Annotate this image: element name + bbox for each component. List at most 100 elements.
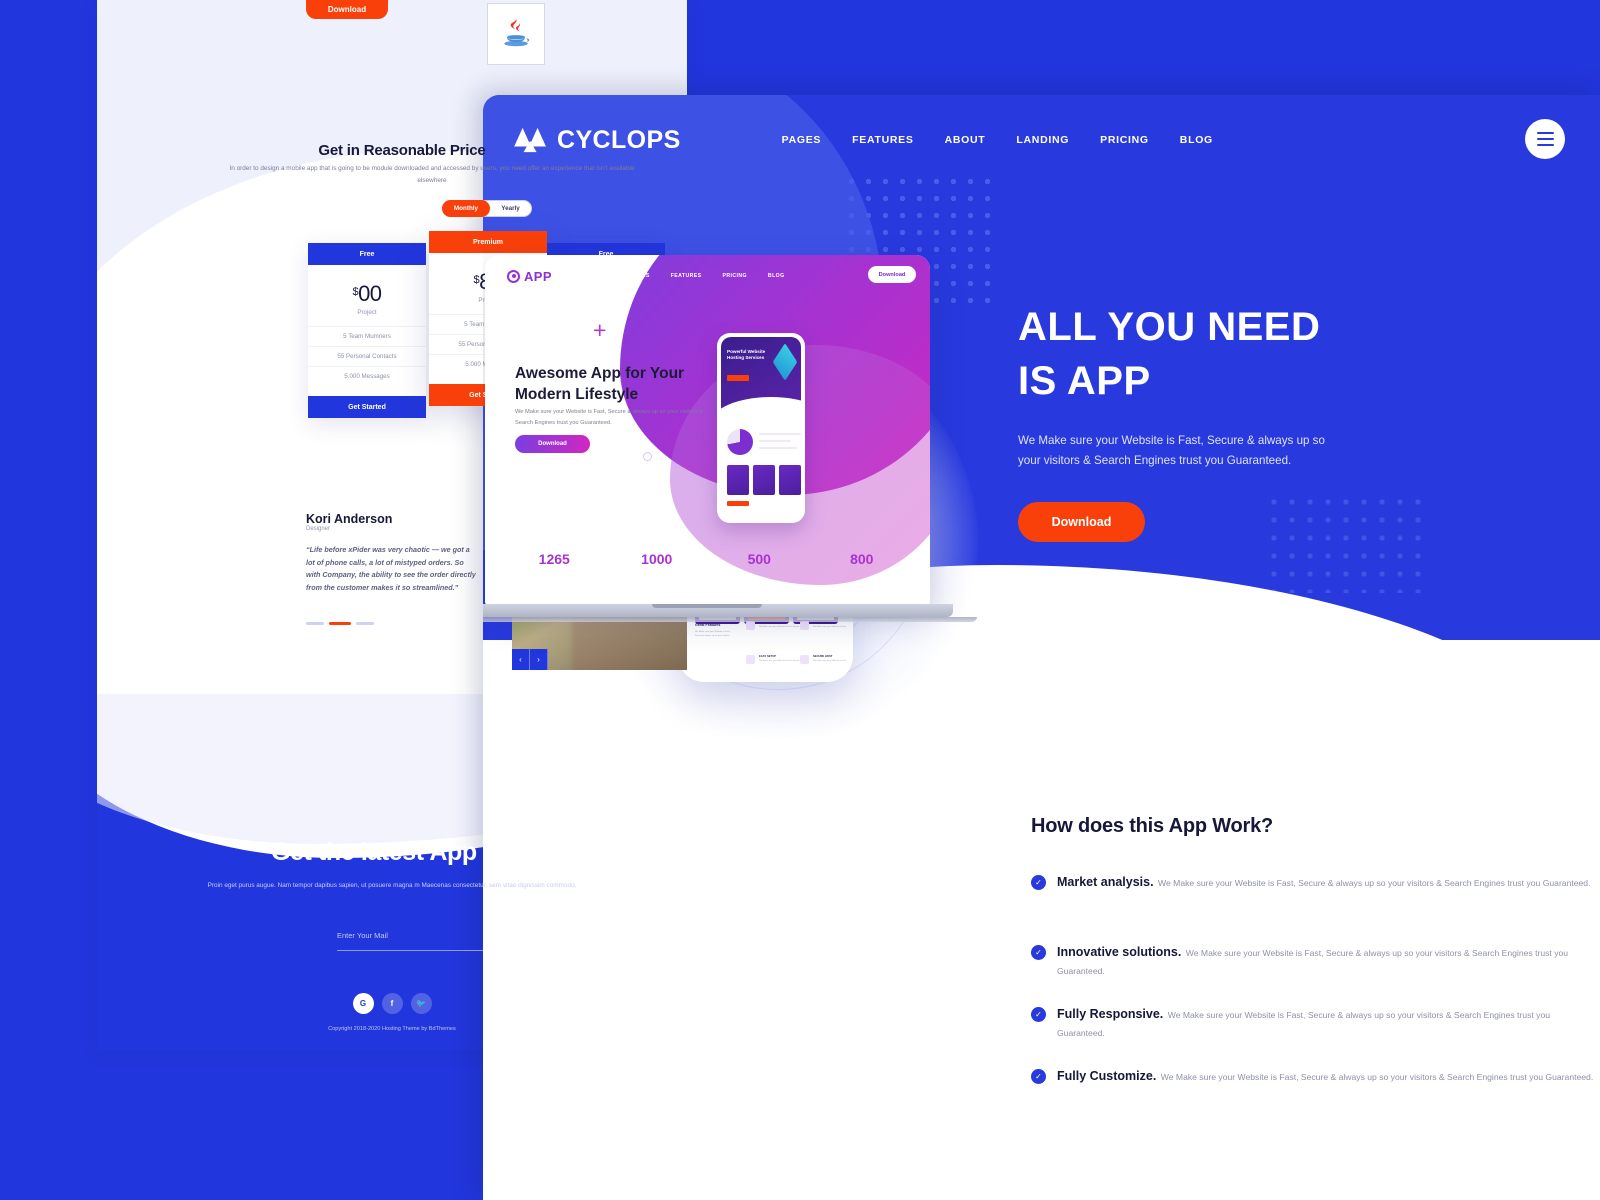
hero-download-button[interactable]: Download (1018, 501, 1145, 542)
hero-heading-line2: IS APP (1018, 359, 1151, 404)
google-icon[interactable]: G (352, 993, 374, 1014)
plan-name: Free (308, 243, 426, 265)
pie-illustration (727, 429, 753, 455)
screen-nav-pricing[interactable]: PRICING (723, 273, 747, 279)
hero-paragraph: We Make sure your Website is Fast, Secur… (1018, 433, 1325, 467)
screen-brand[interactable]: APP (507, 269, 552, 284)
feature-text: 24/7 SUPPORT We Make sure your Website i… (759, 621, 801, 630)
screen-phone-display: Powerful Website Hosting Services (721, 337, 801, 519)
screen-paragraph: We Make sure your Website is Fast, Secur… (515, 409, 703, 426)
java-coffee-cup-glyph (504, 19, 530, 47)
screen-heading-line1: Awesome App for Your (515, 365, 685, 382)
social-links[interactable]: G f 🐦 (97, 993, 687, 1014)
screen-navbar: APP PAGES FEATURES PRICING BLOG Download (485, 255, 930, 297)
testimonial-author-name: Kori Anderson (306, 512, 393, 526)
toggle-monthly[interactable]: Monthly (442, 200, 490, 217)
hero-heading-line1: ALL YOU NEED (1018, 305, 1321, 349)
nav-link-blog[interactable]: BLOG (1180, 134, 1213, 146)
java-icon[interactable] (487, 3, 545, 65)
plan-name: Premium (429, 231, 547, 253)
work-item-body: Market analysis. We Make sure your Websi… (1057, 873, 1590, 891)
screen-nav-download-button[interactable]: Download (868, 266, 916, 283)
feature-icon (800, 621, 809, 630)
plan-feature: 55 Personal Contacts (308, 346, 426, 366)
facebook-icon[interactable]: f (381, 993, 403, 1014)
plan-price: $00 (308, 265, 426, 309)
testimonial-quote: “Life before xPider was very chaotic — w… (306, 545, 476, 592)
hamburger-menu-icon[interactable] (1525, 119, 1565, 159)
pagination-dot[interactable] (306, 622, 324, 625)
work-item-fully-customize: ✓ Fully Customize. We Make sure your Web… (1031, 1067, 1593, 1085)
testimonial-carousel-arrows[interactable]: ‹ › (512, 649, 548, 670)
hamburger-bar (1536, 137, 1554, 141)
pagination-dot[interactable] (356, 622, 374, 625)
screen-download-button[interactable]: Download (515, 435, 590, 453)
features-subtitle: We Make sure your Website is Fast, Secur… (695, 631, 731, 637)
screen-nav-pages[interactable]: PAGES (630, 273, 650, 279)
screen-heading: Awesome App for Your Modern Lifestyle (515, 363, 715, 406)
newsletter-subtitle: Proin eget purus augue. Nam tempor dapib… (207, 882, 577, 889)
stat-value: 1000 (606, 551, 709, 567)
brand-logo[interactable]: CYCLOPS (512, 126, 681, 155)
main-navbar: CYCLOPS PAGES FEATURES ABOUT LANDING PRI… (483, 95, 1600, 185)
placeholder-line (759, 447, 797, 449)
feature-text: SECURE HOST We Make sure your Website is… (813, 655, 847, 664)
feature-item: 24/7 SUPPORT We Make sure your Website i… (746, 621, 801, 630)
testimonial-author-role: Designer (306, 526, 331, 532)
pagination-dot-active[interactable] (329, 622, 351, 625)
pricing-card-free[interactable]: Free $00 Project 5 Team Mumners 55 Perso… (308, 243, 426, 418)
laptop-mockup: APP PAGES FEATURES PRICING BLOG Download… (483, 255, 977, 622)
screen-heading-line2: Modern Lifestyle (515, 386, 639, 404)
toggle-yearly[interactable]: Yearly (490, 205, 531, 212)
cta-bar (727, 501, 749, 506)
screen-stats-row: 1265 1000 500 800 (503, 551, 913, 567)
nav-link-landing[interactable]: LANDING (1016, 134, 1069, 146)
screen-phone-mockup: Powerful Website Hosting Services (717, 333, 805, 523)
plan-amount: 00 (358, 281, 382, 306)
feature-item: BEST PRICE We Make sure your Website is … (800, 621, 847, 630)
feature-item: EASY SETUP We Make sure your Website is … (746, 655, 801, 664)
nav-link-pricing[interactable]: PRICING (1100, 134, 1149, 146)
billing-period-toggle[interactable]: Monthly Yearly (442, 200, 532, 217)
work-item-fully-responsive: ✓ Fully Responsive. We Make sure your We… (1031, 1005, 1600, 1041)
plan-feature: 5.000 Messages (308, 366, 426, 386)
price-card (727, 465, 749, 495)
features-title: Great Features (695, 623, 721, 627)
screen-nav-features[interactable]: FEATURES (671, 273, 702, 279)
twitter-icon[interactable]: 🐦 (410, 993, 432, 1014)
stat-value: 1265 (503, 551, 606, 567)
work-item-innovative-solutions: ✓ Innovative solutions. We Make sure you… (1031, 943, 1600, 979)
top-download-button[interactable]: Download (306, 0, 388, 19)
hamburger-bar (1536, 131, 1554, 135)
testimonial-pagination[interactable] (306, 622, 374, 625)
work-item-title: Fully Customize. (1057, 1069, 1157, 1083)
nav-link-features[interactable]: FEATURES (852, 134, 913, 146)
feature-text: EASY SETUP We Make sure your Website is … (759, 655, 801, 664)
stat-value: 800 (811, 551, 914, 567)
screen-nav-links: PAGES FEATURES PRICING BLOG (630, 273, 785, 279)
nav-link-about[interactable]: ABOUT (945, 134, 986, 146)
screen-nav-blog[interactable]: BLOG (768, 273, 785, 279)
laptop-foot (483, 617, 977, 622)
screen-brand-name: APP (524, 268, 552, 284)
app-logo-icon (507, 269, 520, 283)
price-card (753, 465, 775, 495)
next-arrow-icon[interactable]: › (530, 649, 548, 670)
feature-icon (746, 655, 755, 664)
check-icon: ✓ (1031, 875, 1046, 890)
check-icon: ✓ (1031, 1007, 1046, 1022)
check-icon: ✓ (1031, 1069, 1046, 1084)
feature-text: BEST PRICE We Make sure your Website is … (813, 621, 847, 630)
laptop-base (483, 604, 953, 617)
feature-icon (746, 621, 755, 630)
nav-link-pages[interactable]: PAGES (782, 134, 821, 146)
screen-phone-cta[interactable] (727, 375, 749, 381)
how-it-works-section: How does this App Work? (1031, 815, 1371, 838)
plan-cta-button[interactable]: Get Started (308, 396, 426, 418)
work-item-title: Market analysis. (1057, 875, 1154, 889)
price-card-row (727, 465, 801, 495)
feature-title: EASY SETUP (759, 655, 776, 658)
newsletter-email-input[interactable]: Enter Your Mail (337, 925, 657, 951)
brand-name: CYCLOPS (557, 125, 681, 154)
prev-arrow-icon[interactable]: ‹ (512, 649, 530, 670)
